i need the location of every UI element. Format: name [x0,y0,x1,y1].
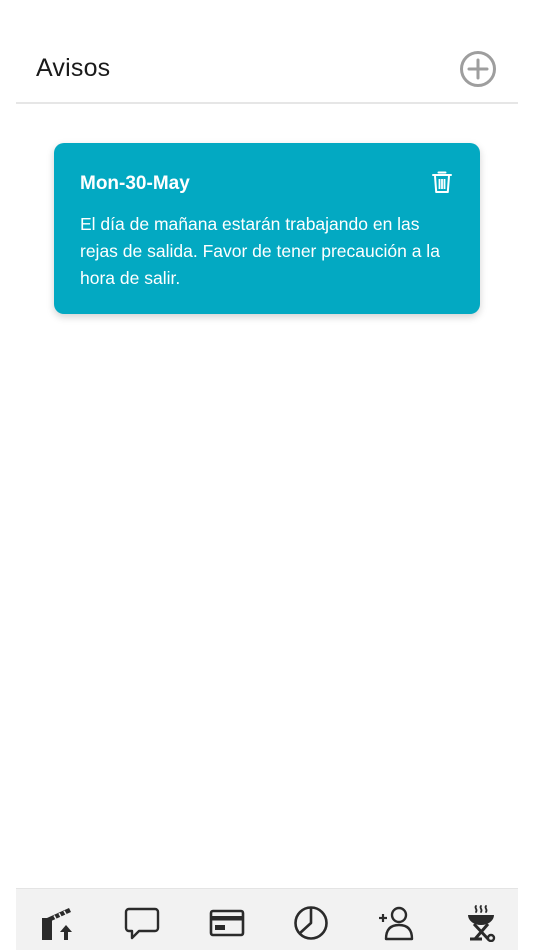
nav-item-amenities[interactable] [460,902,502,944]
add-notice-button[interactable] [459,50,497,88]
pie-chart-icon [294,905,329,940]
delete-notice-button[interactable] [431,170,453,194]
nav-item-payments[interactable] [206,902,248,944]
bottom-nav [16,888,518,950]
nav-item-access[interactable] [36,902,78,944]
plus-circle-icon [460,51,496,87]
notice-card[interactable]: Mon-30-May El día de mañana estarán trab… [54,143,480,314]
nav-item-visitors[interactable] [375,902,417,944]
credit-card-icon [209,909,244,936]
barrier-gate-icon [42,907,72,940]
add-user-icon [379,906,414,940]
header: Avisos [16,0,518,104]
nav-item-messages[interactable] [121,902,163,944]
grill-icon [467,904,496,942]
chat-bubble-icon [124,907,159,939]
trash-icon [432,171,452,193]
notice-body: El día de mañana estarán trabajando en l… [80,214,440,288]
notice-date: Mon-30-May [80,173,190,194]
page-title: Avisos [36,54,111,82]
nav-item-reports[interactable] [290,902,332,944]
